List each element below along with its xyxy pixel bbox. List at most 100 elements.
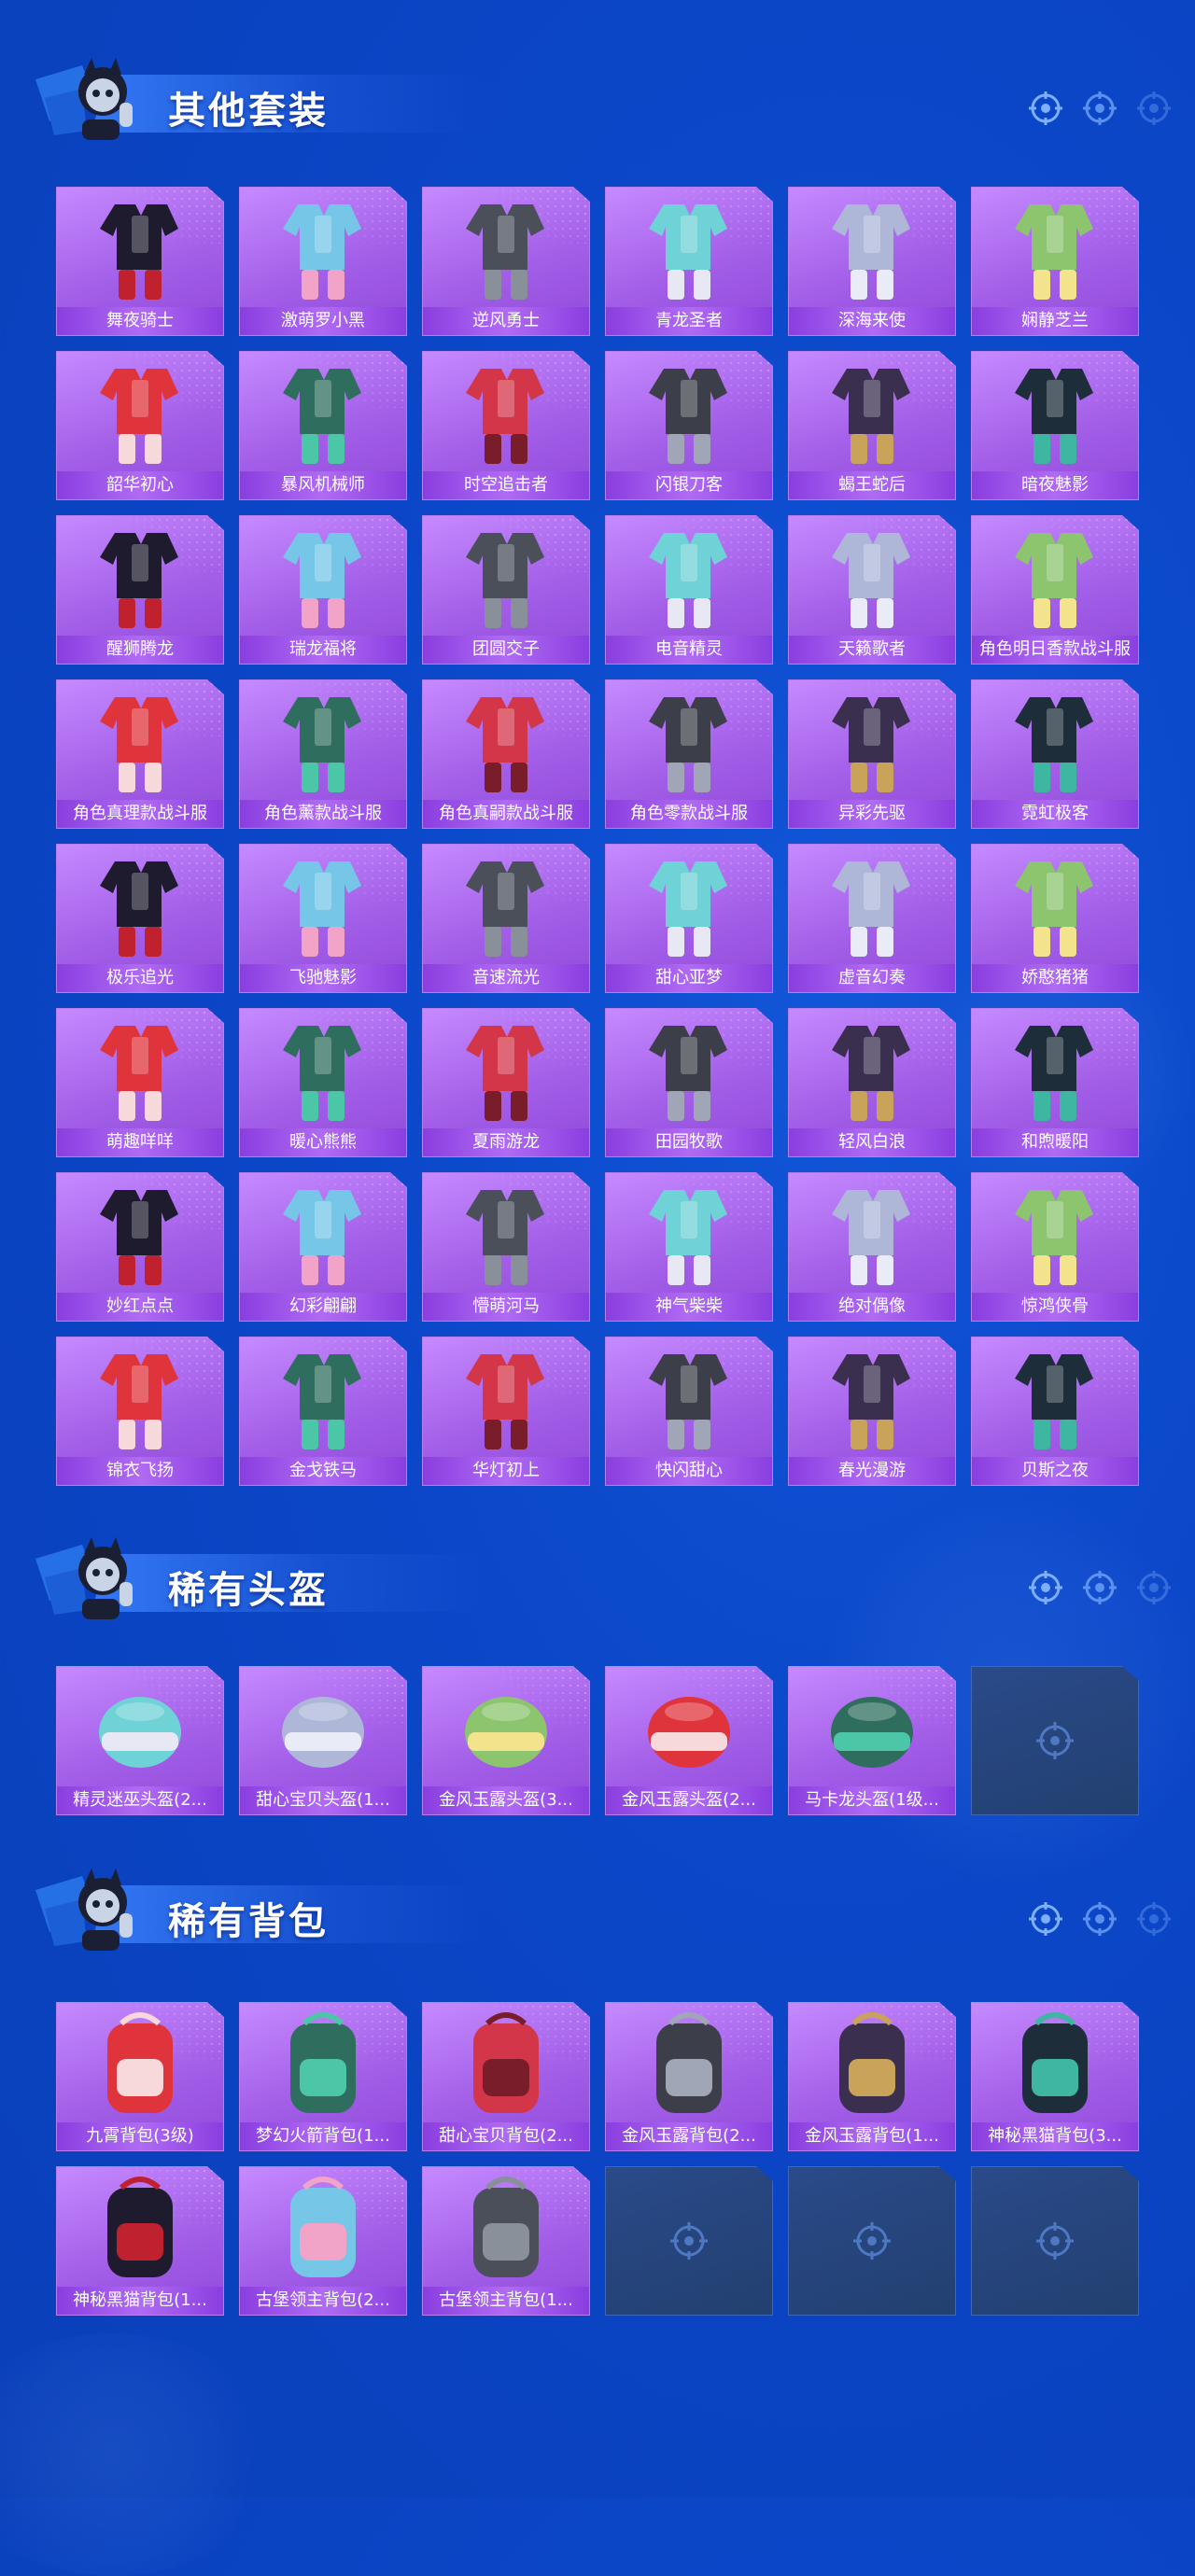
- item-label: 神气柴柴: [606, 1293, 772, 1321]
- outfit-icon: [994, 688, 1116, 798]
- helmet-icon: [811, 1674, 933, 1785]
- item-card[interactable]: 金风玉露背包(2...: [605, 2002, 773, 2151]
- outfit-icon: [445, 852, 567, 962]
- outfit-icon: [994, 1345, 1116, 1455]
- item-card[interactable]: 韶华初心: [56, 351, 224, 500]
- item-card[interactable]: 萌趣咩咩: [56, 1008, 224, 1157]
- item-card[interactable]: 甜心宝贝头盔(1...: [239, 1666, 407, 1815]
- item-card[interactable]: 梦幻火箭背包(1...: [239, 2002, 407, 2151]
- backpack-icon: [628, 2010, 750, 2121]
- item-label: 角色薰款战斗服: [240, 800, 406, 828]
- item-card[interactable]: 醒狮腾龙: [56, 515, 224, 665]
- item-card[interactable]: 和煦暖阳: [971, 1008, 1139, 1157]
- item-card[interactable]: 华灯初上: [422, 1337, 590, 1486]
- item-card[interactable]: 惊鸿侠骨: [971, 1172, 1139, 1322]
- outfit-icon: [811, 359, 933, 469]
- outfit-icon: [79, 688, 201, 798]
- item-card[interactable]: 甜心亚梦: [605, 844, 773, 993]
- item-card[interactable]: 音速流光: [422, 844, 590, 993]
- item-card[interactable]: 九霄背包(3级): [56, 2002, 224, 2151]
- item-label: 金戈铁马: [240, 1457, 406, 1485]
- item-card[interactable]: 舞夜骑士: [56, 187, 224, 336]
- outfit-icon: [811, 852, 933, 962]
- item-label: 角色明日香款战斗服: [972, 636, 1138, 664]
- item-card[interactable]: 暖心熊熊: [239, 1008, 407, 1157]
- item-label: 轻风白浪: [789, 1128, 955, 1156]
- item-card[interactable]: 幻彩翩翩: [239, 1172, 407, 1322]
- item-card[interactable]: 天籁歌者: [788, 515, 956, 665]
- item-card[interactable]: 虚音幻奏: [788, 844, 956, 993]
- item-label: 暖心熊熊: [240, 1128, 406, 1156]
- item-card[interactable]: 异彩先驱: [788, 679, 956, 829]
- item-card[interactable]: 金风玉露头盔(3...: [422, 1666, 590, 1815]
- item-card[interactable]: 甜心宝贝背包(2...: [422, 2002, 590, 2151]
- item-card[interactable]: 角色真理款战斗服: [56, 679, 224, 829]
- outfit-icon: [994, 852, 1116, 962]
- item-card[interactable]: 蝎王蛇后: [788, 351, 956, 500]
- item-card[interactable]: 深海来使: [788, 187, 956, 336]
- item-label: 春光漫游: [789, 1457, 955, 1485]
- item-card[interactable]: 青龙圣者: [605, 187, 773, 336]
- item-card[interactable]: 逆风勇士: [422, 187, 590, 336]
- item-card[interactable]: 团圆交子: [422, 515, 590, 665]
- item-card[interactable]: 时空追击者: [422, 351, 590, 500]
- item-card[interactable]: 神气柴柴: [605, 1172, 773, 1322]
- item-label: 虚音幻奏: [789, 964, 955, 992]
- outfit-icon: [445, 1345, 567, 1455]
- item-card[interactable]: 贝斯之夜: [971, 1337, 1139, 1486]
- item-card[interactable]: 绝对偶像: [788, 1172, 956, 1322]
- item-card[interactable]: 轻风白浪: [788, 1008, 956, 1157]
- mascot-icon: [26, 1857, 166, 1960]
- item-card[interactable]: 角色薰款战斗服: [239, 679, 407, 829]
- item-card[interactable]: 金风玉露背包(1...: [788, 2002, 956, 2151]
- item-label: 暴风机械师: [240, 471, 406, 499]
- item-card[interactable]: 暗夜魅影: [971, 351, 1139, 500]
- item-label: 贝斯之夜: [972, 1457, 1138, 1485]
- item-card[interactable]: 古堡领主背包(1...: [422, 2166, 590, 2316]
- item-card[interactable]: 夏雨游龙: [422, 1008, 590, 1157]
- outfit-icon: [811, 195, 933, 305]
- item-card[interactable]: 精灵迷巫头盔(2...: [56, 1666, 224, 1815]
- item-card[interactable]: 田园牧歌: [605, 1008, 773, 1157]
- item-card[interactable]: 激萌罗小黑: [239, 187, 407, 336]
- item-card[interactable]: 懵萌河马: [422, 1172, 590, 1322]
- item-card[interactable]: 角色零款战斗服: [605, 679, 773, 829]
- item-label: 懵萌河马: [423, 1293, 589, 1321]
- item-label: 音速流光: [423, 964, 589, 992]
- item-card[interactable]: 娇憨猪猪: [971, 844, 1139, 993]
- item-card[interactable]: 神秘黑猫背包(3...: [971, 2002, 1139, 2151]
- item-label: 娴静芝兰: [972, 307, 1138, 335]
- item-card[interactable]: 马卡龙头盔(1级...: [788, 1666, 956, 1815]
- item-card[interactable]: 快闪甜心: [605, 1337, 773, 1486]
- item-label: 霓虹极客: [972, 800, 1138, 828]
- outfit-icon: [628, 359, 750, 469]
- item-card[interactable]: 角色明日香款战斗服: [971, 515, 1139, 665]
- item-card[interactable]: 暴风机械师: [239, 351, 407, 500]
- item-card[interactable]: 金风玉露头盔(2...: [605, 1666, 773, 1815]
- item-card[interactable]: 闪银刀客: [605, 351, 773, 500]
- outfit-icon: [628, 688, 750, 798]
- item-card[interactable]: 妙红点点: [56, 1172, 224, 1322]
- item-card[interactable]: 娴静芝兰: [971, 187, 1139, 336]
- item-label: 飞驰魅影: [240, 964, 406, 992]
- item-card[interactable]: 古堡领主背包(2...: [239, 2166, 407, 2316]
- item-card[interactable]: 极乐追光: [56, 844, 224, 993]
- section-header: 其他套装: [26, 47, 1184, 149]
- item-label: 马卡龙头盔(1级...: [789, 1786, 955, 1814]
- item-label: 电音精灵: [606, 636, 772, 664]
- outfit-icon: [79, 359, 201, 469]
- outfit-icon: [445, 688, 567, 798]
- item-card[interactable]: 金戈铁马: [239, 1337, 407, 1486]
- item-card[interactable]: 春光漫游: [788, 1337, 956, 1486]
- item-card[interactable]: 锦衣飞扬: [56, 1337, 224, 1486]
- item-card[interactable]: 飞驰魅影: [239, 844, 407, 993]
- item-card[interactable]: 瑞龙福将: [239, 515, 407, 665]
- item-label: 舞夜骑士: [57, 307, 223, 335]
- item-card[interactable]: 电音精灵: [605, 515, 773, 665]
- outfit-icon: [811, 1181, 933, 1291]
- outfit-icon: [445, 359, 567, 469]
- item-card[interactable]: 神秘黑猫背包(1...: [56, 2166, 224, 2316]
- item-card[interactable]: 角色真嗣款战斗服: [422, 679, 590, 829]
- item-card[interactable]: 霓虹极客: [971, 679, 1139, 829]
- outfit-icon: [262, 359, 384, 469]
